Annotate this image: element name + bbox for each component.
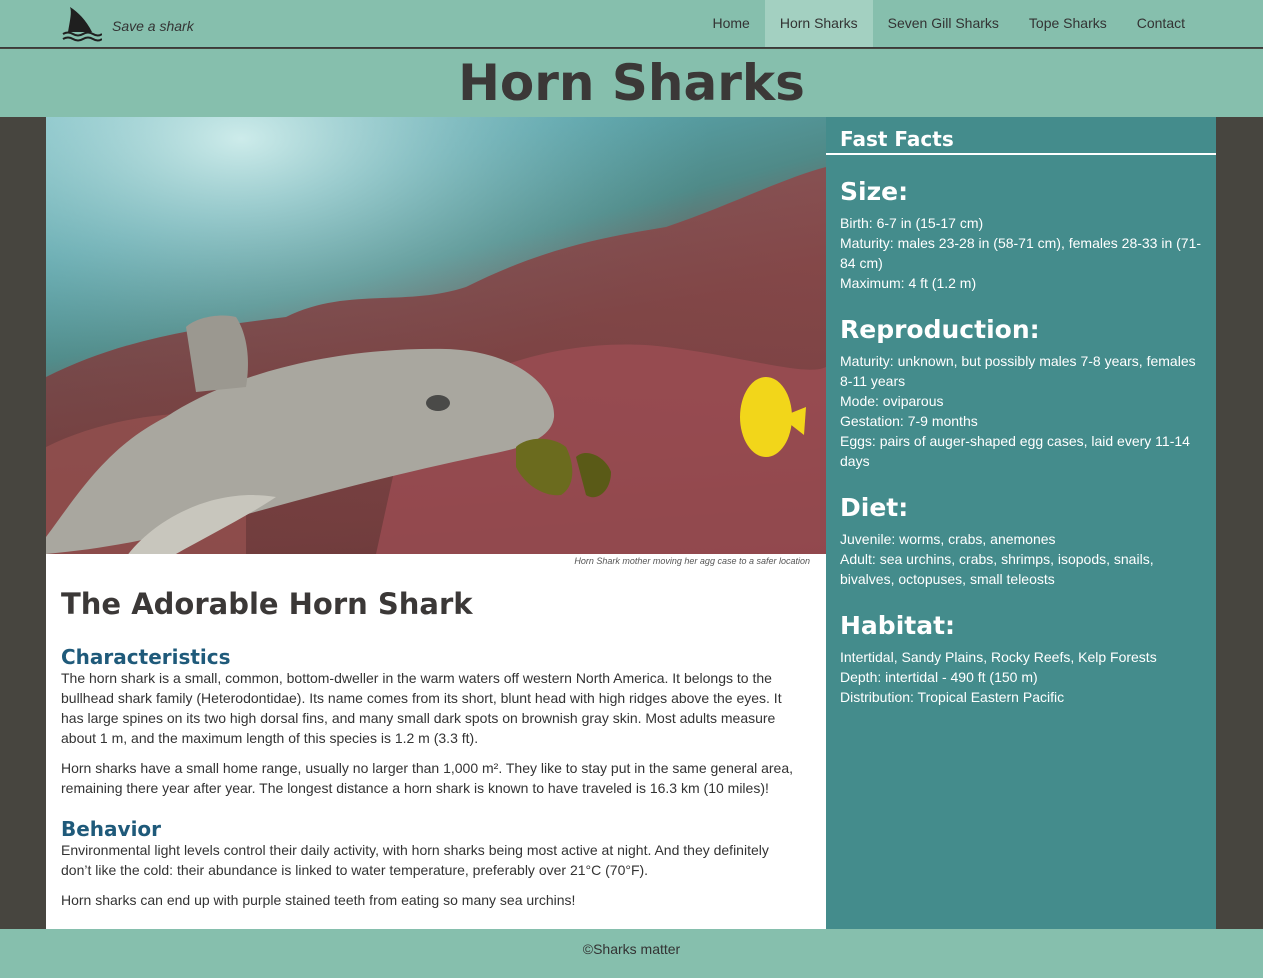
size-line: Birth: 6-7 in (15-17 cm): [840, 215, 984, 231]
hero-caption: Horn Shark mother moving her agg case to…: [574, 556, 810, 566]
fast-facts-panel: Fast Facts Size: Birth: 6-7 in (15-17 cm…: [826, 117, 1216, 929]
behavior-paragraph-1: Environmental light levels control their…: [61, 841, 769, 878]
characteristics-paragraph-1: The horn shark is a small, common, botto…: [61, 669, 782, 746]
behavior-paragraph-2: Horn sharks can end up with purple stain…: [61, 891, 576, 908]
article-title: The Adorable Horn Shark: [61, 587, 473, 621]
habitat-line: Depth: intertidal - 490 ft (150 m): [840, 669, 1038, 685]
article: The Adorable Horn Shark Characteristics …: [61, 587, 796, 920]
diet-line: Adult: sea urchins, crabs, shrimps, isop…: [840, 551, 1154, 587]
diet-line: Juvenile: worms, crabs, anemones: [840, 531, 1056, 547]
habitat-line: Intertidal, Sandy Plains, Rocky Reefs, K…: [840, 649, 1157, 665]
shark-fin-icon: [62, 7, 102, 42]
brand[interactable]: Save a shark: [62, 6, 194, 42]
hero-image: [46, 117, 826, 554]
nav-horn-sharks[interactable]: Horn Sharks: [764, 0, 873, 47]
footer-copyright: ©Sharks matter: [582, 941, 681, 957]
brand-name: Save a shark: [112, 18, 194, 34]
nav-seven-gill-sharks[interactable]: Seven Gill Sharks: [873, 0, 1014, 47]
fast-facts-title: Fast Facts: [826, 117, 1216, 155]
nav-home[interactable]: Home: [697, 0, 764, 47]
behavior-heading: Behavior: [61, 816, 162, 841]
characteristics-heading: Characteristics: [61, 644, 231, 669]
size-heading: Size:: [840, 177, 909, 206]
diet-heading: Diet:: [840, 493, 909, 522]
page-title: Horn Sharks: [458, 54, 805, 112]
habitat-heading: Habitat:: [840, 611, 956, 640]
size-line: Maximum: 4 ft (1.2 m): [840, 275, 977, 291]
characteristics-paragraph-2: Horn sharks have a small home range, usu…: [61, 759, 794, 796]
reproduction-heading: Reproduction:: [840, 315, 1040, 344]
top-navigation: Save a shark Home Horn Sharks Seven Gill…: [0, 0, 1263, 48]
footer: ©Sharks matter: [0, 929, 1263, 978]
main-menu: Home Horn Sharks Seven Gill Sharks Tope …: [697, 0, 1200, 47]
horn-shark-photo: [46, 117, 826, 554]
reproduction-line: Mode: oviparous: [840, 393, 944, 409]
size-line: Maturity: males 23-28 in (58-71 cm), fem…: [840, 235, 1202, 271]
reproduction-line: Maturity: unknown, but possibly males 7-…: [840, 353, 1196, 389]
habitat-line: Distribution: Tropical Eastern Pacific: [840, 689, 1065, 705]
nav-contact[interactable]: Contact: [1122, 0, 1200, 47]
page-banner: Horn Sharks: [0, 49, 1263, 117]
reproduction-line: Gestation: 7-9 months: [840, 413, 978, 429]
reproduction-line: Eggs: pairs of auger-shaped egg cases, l…: [840, 433, 1190, 469]
nav-tope-sharks[interactable]: Tope Sharks: [1014, 0, 1122, 47]
main-content: Horn Shark mother moving her agg case to…: [46, 117, 826, 929]
